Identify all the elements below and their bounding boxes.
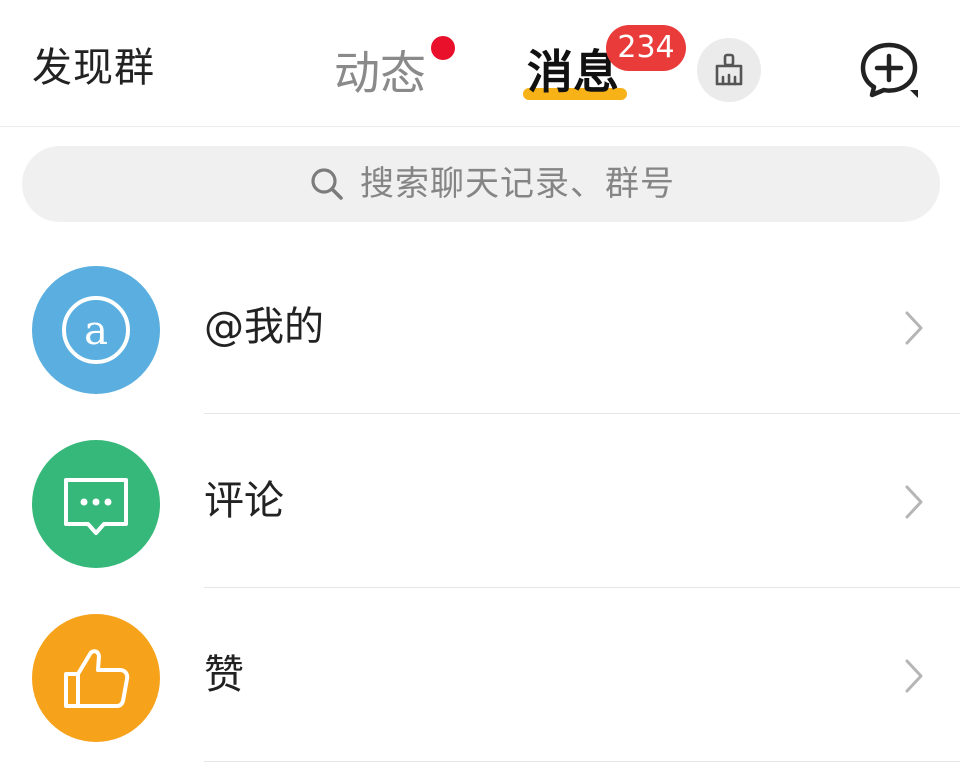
- list-item-mentions[interactable]: a @我的: [0, 240, 960, 414]
- search-placeholder: 搜索聊天记录、群号: [360, 164, 675, 204]
- discover-groups-link[interactable]: 发现群: [32, 44, 155, 92]
- new-chat-button[interactable]: [858, 40, 920, 100]
- mentions-avatar: a: [32, 266, 160, 394]
- list-item-comments[interactable]: 评论: [0, 414, 960, 588]
- list-item-label: @我的: [204, 304, 324, 350]
- list-item-label: 赞: [204, 652, 244, 698]
- chevron-right-icon: [905, 311, 923, 345]
- row-divider: [204, 761, 960, 762]
- search-bar[interactable]: 搜索聊天记录、群号: [22, 146, 940, 222]
- clean-unread-button[interactable]: [697, 38, 761, 102]
- likes-avatar: [32, 614, 160, 742]
- chevron-right-icon: [905, 485, 923, 519]
- svg-text:a: a: [84, 308, 108, 354]
- feed-unread-dot: [431, 36, 455, 60]
- list-item-likes[interactable]: 赞: [0, 588, 960, 762]
- top-bar: 发现群 动态 消息 234: [0, 0, 960, 127]
- at-icon: a: [62, 296, 130, 364]
- list-item-label: 评论: [204, 478, 284, 524]
- chevron-right-icon: [905, 659, 923, 693]
- add-chat-icon: [860, 42, 918, 98]
- messages-unread-badge: 234: [606, 25, 686, 71]
- comments-avatar: [32, 440, 160, 568]
- tab-feed[interactable]: 动态: [334, 46, 426, 100]
- search-icon: [311, 168, 343, 200]
- tab-messages[interactable]: 消息: [527, 44, 619, 100]
- comment-icon: [64, 478, 128, 535]
- thumbs-up-icon: [64, 649, 130, 708]
- broom-icon: [715, 53, 743, 86]
